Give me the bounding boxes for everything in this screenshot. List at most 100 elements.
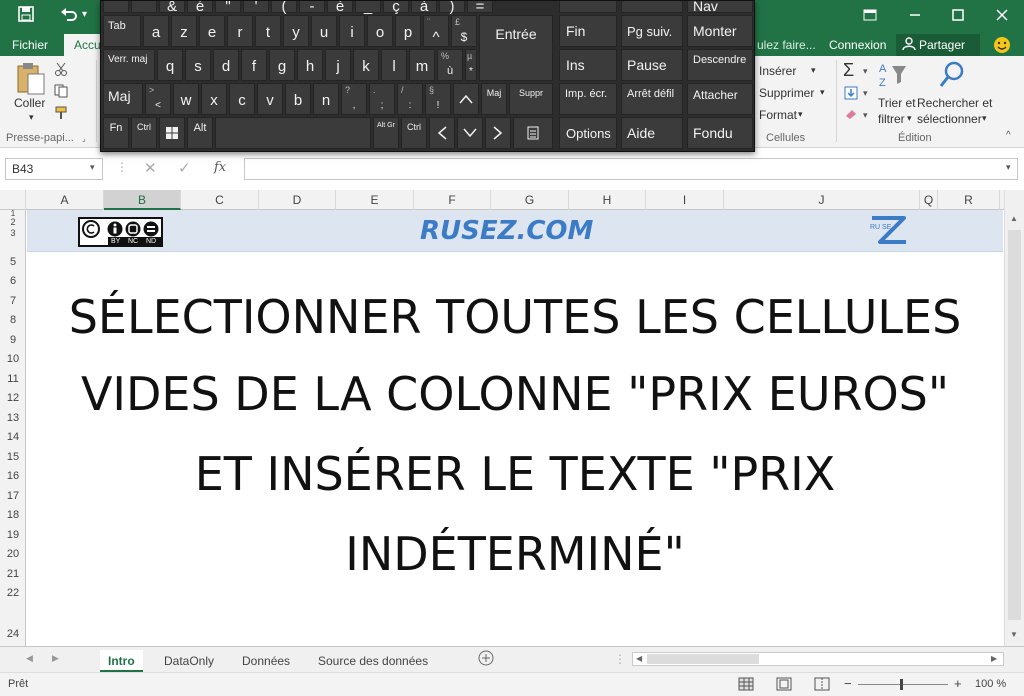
key-end[interactable]: Fin bbox=[559, 15, 617, 47]
key-arrow-down[interactable] bbox=[457, 117, 483, 149]
key-1[interactable]: & bbox=[159, 1, 185, 15]
scroll-down-icon[interactable]: ▼ bbox=[1010, 630, 1018, 639]
key-y[interactable]: y bbox=[283, 15, 309, 47]
key-options[interactable]: Options bbox=[559, 117, 617, 149]
key-n[interactable]: n bbox=[313, 83, 339, 115]
key-comma[interactable]: ?, bbox=[341, 83, 367, 115]
signin-link[interactable]: Connexion bbox=[829, 38, 886, 52]
column-header[interactable]: G bbox=[491, 190, 569, 210]
row-header[interactable]: 3 bbox=[0, 228, 26, 238]
key-colon[interactable]: /: bbox=[397, 83, 423, 115]
key-arrow-right[interactable] bbox=[485, 117, 511, 149]
key-c[interactable]: c bbox=[229, 83, 255, 115]
key-0[interactable]: à bbox=[411, 1, 437, 15]
key-exclamation[interactable]: §! bbox=[425, 83, 451, 115]
format-button[interactable]: Format bbox=[759, 108, 797, 122]
insert-dropdown-icon[interactable]: ▾ bbox=[811, 65, 816, 76]
key-h[interactable]: h bbox=[297, 49, 323, 81]
key-blank[interactable] bbox=[621, 1, 683, 13]
undo-icon[interactable] bbox=[60, 6, 78, 27]
name-box[interactable]: B43 bbox=[5, 158, 103, 180]
zoom-in-icon[interactable]: + bbox=[954, 676, 962, 691]
key-blank[interactable] bbox=[559, 1, 617, 13]
key-3[interactable]: " bbox=[215, 1, 241, 15]
key-t[interactable]: t bbox=[255, 15, 281, 47]
vertical-scrollbar[interactable]: ▲ ▼ bbox=[1004, 190, 1024, 646]
row-header[interactable]: 24 bbox=[0, 628, 26, 640]
fill-icon[interactable] bbox=[844, 86, 858, 103]
key-4[interactable]: ' bbox=[243, 1, 269, 15]
copy-icon[interactable] bbox=[54, 84, 68, 101]
key-w[interactable]: w bbox=[173, 83, 199, 115]
add-sheet-icon[interactable] bbox=[478, 650, 494, 669]
scroll-thumb[interactable] bbox=[1008, 230, 1021, 620]
key-tab[interactable]: Tab bbox=[103, 15, 141, 47]
insert-function-icon[interactable]: fx bbox=[214, 160, 226, 175]
key-x[interactable]: x bbox=[201, 83, 227, 115]
key-5[interactable]: ( bbox=[271, 1, 297, 15]
column-header[interactable]: R bbox=[938, 190, 1000, 210]
key-equals[interactable]: = bbox=[467, 1, 493, 15]
row-header[interactable]: 19 bbox=[0, 529, 26, 541]
select-all-corner[interactable] bbox=[0, 190, 26, 210]
scroll-up-icon[interactable]: ▲ bbox=[1010, 214, 1018, 223]
row-header[interactable]: 9 bbox=[0, 334, 26, 346]
key-9[interactable]: ç bbox=[383, 1, 409, 15]
fill-dropdown-icon[interactable]: ▾ bbox=[863, 88, 868, 99]
row-header[interactable]: 5 bbox=[0, 256, 26, 268]
key-move-up[interactable]: Monter bbox=[687, 15, 753, 47]
key-p[interactable]: p bbox=[395, 15, 421, 47]
key-u[interactable]: u bbox=[311, 15, 337, 47]
insert-button[interactable]: Insérer bbox=[759, 64, 796, 78]
clipboard-launcher-icon[interactable]: ⌟ bbox=[82, 134, 86, 143]
key-shift-left[interactable]: Maj bbox=[103, 83, 143, 115]
windows-key-icon[interactable] bbox=[159, 117, 185, 149]
prev-sheet-icon[interactable]: ◀ bbox=[26, 653, 33, 664]
confirm-entry-icon[interactable]: ✓ bbox=[178, 159, 191, 177]
maximize-button[interactable] bbox=[938, 4, 978, 30]
row-header[interactable]: 7 bbox=[0, 295, 26, 307]
zoom-slider[interactable] bbox=[858, 684, 948, 685]
row-header[interactable]: 14 bbox=[0, 431, 26, 443]
key-7[interactable]: è bbox=[327, 1, 353, 15]
key-page-down[interactable]: Pg suiv. bbox=[621, 15, 683, 47]
ribbon-display-options-icon[interactable] bbox=[850, 4, 890, 30]
key-r[interactable]: r bbox=[227, 15, 253, 47]
undo-dropdown-icon[interactable]: ▾ bbox=[82, 9, 87, 20]
column-header-selected[interactable]: B bbox=[104, 190, 181, 210]
key-v[interactable]: v bbox=[257, 83, 283, 115]
save-icon[interactable] bbox=[18, 6, 34, 27]
normal-view-icon[interactable] bbox=[738, 677, 754, 694]
next-sheet-icon[interactable]: ▶ bbox=[52, 653, 59, 664]
sheet-tab-donnees[interactable]: Données bbox=[234, 650, 298, 672]
column-header[interactable]: I bbox=[646, 190, 724, 210]
formula-input[interactable] bbox=[244, 158, 1018, 180]
key-semicolon[interactable]: .; bbox=[369, 83, 395, 115]
row-header[interactable]: 17 bbox=[0, 490, 26, 502]
page-layout-view-icon[interactable] bbox=[776, 677, 792, 694]
smiley-feedback-icon[interactable] bbox=[993, 36, 1011, 57]
row-header[interactable]: 15 bbox=[0, 451, 26, 463]
key-d[interactable]: d bbox=[213, 49, 239, 81]
tab-home[interactable]: Accu bbox=[64, 34, 100, 56]
key-arrow-up[interactable] bbox=[453, 83, 479, 115]
close-button[interactable] bbox=[982, 4, 1022, 30]
tell-me-search[interactable]: ulez faire... bbox=[757, 38, 816, 52]
key-ctrl-right[interactable]: Ctrl bbox=[401, 117, 427, 149]
key-f[interactable]: f bbox=[241, 49, 267, 81]
row-header[interactable]: 20 bbox=[0, 548, 26, 560]
key-insert[interactable]: Ins bbox=[559, 49, 617, 81]
column-header[interactable]: E bbox=[336, 190, 414, 210]
sheet-tab-intro[interactable]: Intro bbox=[100, 650, 143, 672]
key[interactable] bbox=[103, 1, 129, 13]
row-header[interactable]: 11 bbox=[0, 373, 26, 385]
sort-filter-icon[interactable]: AZ bbox=[878, 60, 908, 93]
column-header[interactable]: H bbox=[569, 190, 646, 210]
paste-button-label[interactable]: Coller bbox=[14, 96, 45, 110]
key-circumflex[interactable]: ¨ ^ bbox=[423, 15, 449, 47]
key-shift-right[interactable]: Maj bbox=[481, 83, 507, 115]
share-button[interactable]: Partager bbox=[896, 34, 980, 56]
delete-button[interactable]: Supprimer bbox=[759, 86, 814, 100]
key-a[interactable]: a bbox=[143, 15, 169, 47]
key-fade[interactable]: Fondu bbox=[687, 117, 753, 149]
